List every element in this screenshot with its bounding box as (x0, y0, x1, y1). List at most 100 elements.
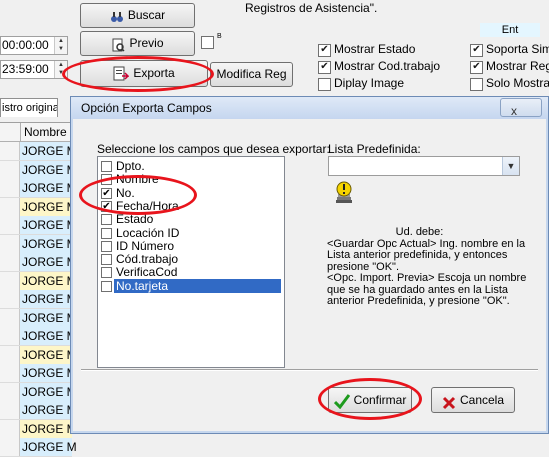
grid-header: Nombre (0, 123, 72, 142)
field-label: Fecha/Hora (116, 198, 179, 213)
solo-mostrar-checkbox[interactable] (470, 78, 483, 91)
field-item[interactable]: Cód.trabajo (100, 252, 282, 266)
field-item[interactable]: Dpto. (100, 159, 282, 173)
table-row[interactable]: JORGE M (0, 234, 77, 254)
dialog-title-bar[interactable]: Opción Exporta Campos x (71, 97, 548, 119)
row-name-cell: JORGE M (22, 236, 77, 251)
exporta-button[interactable]: Exporta (80, 60, 208, 87)
cancel-button[interactable]: Cancela (431, 387, 515, 413)
close-icon: x (511, 104, 517, 118)
table-row[interactable]: JORGE M (0, 290, 77, 309)
field-checkbox[interactable] (101, 227, 112, 239)
soporta-simp-checkbox[interactable] (470, 44, 483, 57)
field-item[interactable]: ✔ No. (100, 186, 282, 200)
table-row[interactable]: JORGE M (0, 142, 77, 161)
chevron-down-icon[interactable]: ▼ (502, 157, 519, 175)
table-row[interactable]: JORGE M (0, 271, 77, 291)
confirm-button[interactable]: Confirmar (328, 387, 412, 413)
mostrar-estado-label: Mostrar Estado (334, 42, 416, 56)
table-row[interactable]: JORGE M (0, 327, 77, 346)
field-item[interactable]: No.tarjeta (100, 278, 282, 293)
cancel-x-icon (442, 394, 456, 409)
grid-header-nombre[interactable]: Nombre (24, 125, 67, 139)
mostrar-reg-label: Mostrar Reg. (486, 59, 549, 73)
row-index-cell (0, 364, 20, 382)
row-name-cell: JORGE M (22, 144, 77, 158)
display-image-label: Diplay Image (334, 76, 405, 90)
predefined-list-select[interactable]: ▼ (328, 156, 520, 176)
table-row[interactable]: JORGE M (0, 401, 77, 420)
row-name-cell: JORGE M (22, 421, 77, 436)
b-checkbox[interactable] (201, 36, 214, 49)
confirm-label: Confirmar (353, 393, 407, 407)
table-row[interactable]: JORGE M (0, 382, 77, 402)
start-time-spinner[interactable]: ▲ ▼ (54, 37, 67, 54)
field-checkbox[interactable] (101, 280, 112, 292)
buscar-button[interactable]: Buscar (80, 3, 195, 28)
row-index-cell (0, 142, 20, 160)
mostrar-reg-checkbox[interactable] (470, 61, 483, 74)
mostrar-cod-trabajo-label: Mostrar Cod.trabajo (334, 59, 441, 73)
dialog-divider (81, 369, 538, 371)
row-index-cell (0, 216, 20, 234)
modifica-reg-label: Modifica Reg (216, 67, 287, 81)
tab-registro-original-label: istro original (2, 102, 58, 114)
row-name-cell: JORGE M (22, 384, 77, 399)
display-image-checkbox[interactable] (318, 78, 331, 91)
table-row[interactable]: JORGE M (0, 308, 77, 328)
fields-prompt: Seleccione los campos que desea exportar… (97, 142, 330, 156)
field-item[interactable]: ✔ Fecha/Hora (100, 198, 282, 213)
field-checkbox[interactable] (101, 254, 112, 266)
row-name-cell: JORGE M (22, 218, 77, 232)
field-checkbox[interactable]: ✔ (101, 200, 112, 212)
field-checkbox[interactable]: ✔ (101, 187, 112, 199)
table-row[interactable]: JORGE M (0, 438, 77, 457)
field-item[interactable]: Nombre (100, 172, 282, 186)
b-checkbox-label: B (217, 33, 222, 40)
row-index-cell (0, 197, 20, 216)
table-row[interactable]: JORGE M (0, 419, 77, 439)
instructions-save: <Guardar Opc Actual> Ing. nombre en la L… (327, 237, 526, 273)
header-text: Registros de Asistencia". (245, 1, 378, 15)
start-time-field[interactable]: 00:00:00 ▲ ▼ (0, 36, 68, 55)
end-time-value: 23:59:00 (2, 62, 49, 76)
fields-checklist[interactable]: Dpto. Nombre ✔ No. ✔ Fecha/Hora Estado Locación… (97, 156, 285, 368)
table-row[interactable]: JORGE M (0, 345, 77, 365)
close-button[interactable]: x (500, 98, 542, 118)
ent-tag: Ent (480, 23, 540, 37)
field-item[interactable]: Estado (100, 212, 282, 226)
soporta-simp-label: Soporta Simp (486, 42, 549, 56)
table-row[interactable]: JORGE M (0, 179, 77, 198)
field-label: Locación ID (116, 225, 180, 240)
field-checkbox[interactable] (101, 161, 112, 172)
row-index-cell (0, 438, 20, 456)
buscar-label: Buscar (127, 8, 166, 22)
start-time-value: 00:00:00 (2, 38, 49, 52)
end-time-spinner[interactable]: ▲ ▼ (54, 61, 67, 78)
previo-button[interactable]: Previo (80, 31, 195, 56)
table-row[interactable]: JORGE M (0, 364, 77, 383)
row-name-cell: JORGE M (22, 273, 77, 288)
field-checkbox[interactable] (101, 267, 112, 279)
field-item[interactable]: ID Número (100, 239, 282, 253)
field-checkbox[interactable] (101, 240, 112, 252)
instructions-title: Ud. debe: (395, 226, 444, 238)
table-row[interactable]: JORGE M (0, 253, 77, 272)
field-checkbox[interactable] (101, 214, 112, 226)
end-time-field[interactable]: 23:59:00 ▲ ▼ (0, 60, 68, 79)
modifica-reg-button[interactable]: Modifica Reg (210, 62, 293, 87)
table-row[interactable]: JORGE M (0, 160, 77, 180)
row-name-cell: JORGE M (22, 199, 77, 214)
field-item[interactable]: VerificaCod (100, 265, 282, 279)
field-checkbox[interactable] (101, 174, 112, 186)
tab-registro-original[interactable]: istro original (0, 98, 58, 117)
table-row[interactable]: JORGE M (0, 197, 77, 217)
mostrar-estado-checkbox[interactable] (318, 44, 331, 57)
row-name-cell: JORGE M (22, 292, 77, 306)
grid-header-index (0, 123, 21, 141)
mostrar-cod-trabajo-checkbox[interactable] (318, 61, 331, 74)
field-item[interactable]: Locación ID (100, 225, 282, 240)
row-name-cell: JORGE M (22, 403, 77, 417)
table-row[interactable]: JORGE M (0, 216, 77, 235)
row-name-cell: JORGE M (22, 329, 77, 343)
